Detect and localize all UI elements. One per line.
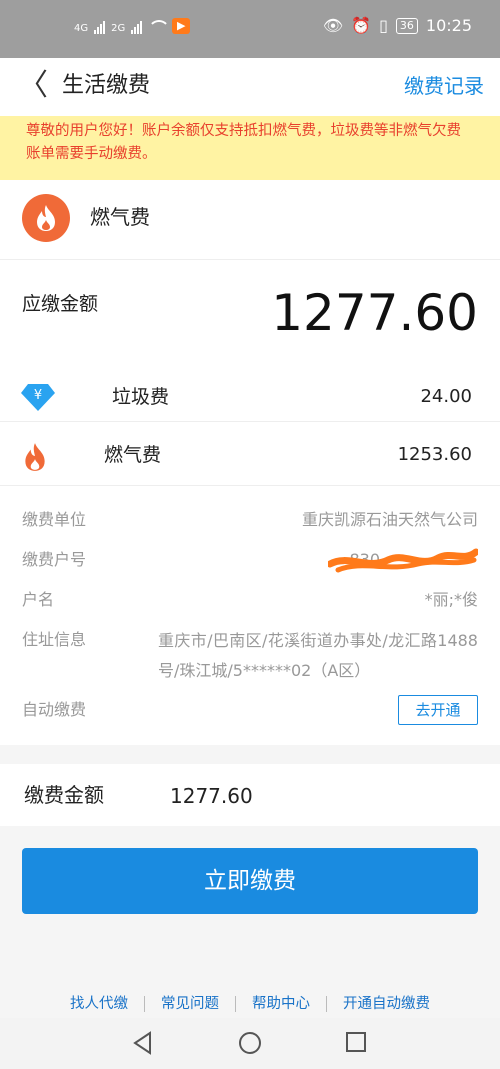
item-amount: 24.00 [420,386,472,407]
signal-icon [94,21,106,34]
footer-link-auto-pay[interactable]: 开通自动缴费 [327,994,446,1014]
enable-auto-pay-button[interactable]: 去开通 [398,695,478,725]
system-navigation-bar [0,1018,500,1069]
wifi-icon [148,20,171,34]
footer-links: 找人代缴 常见问题 帮助中心 开通自动缴费 [0,990,500,1018]
detail-label: 缴费户号 [22,550,87,569]
network-type-2: 2G [111,23,126,34]
nav-home-icon[interactable] [237,1030,263,1060]
back-icon[interactable]: 〈 [18,68,48,104]
page-title: 生活缴费 [62,73,151,98]
pay-now-button[interactable]: 立即缴费 [22,848,478,914]
detail-value: 重庆市/巴南区/花溪街道办事处/龙汇路1488号/珠江城/5******02（A… [158,631,478,680]
battery-icon: 36 [395,17,418,34]
network-type-1: 4G [74,23,89,34]
flame-icon [22,194,70,242]
item-name: 燃气费 [104,444,162,466]
nav-recents-icon[interactable] [344,1030,368,1058]
footer-link-faq[interactable]: 常见问题 [145,994,235,1014]
payment-amount-input[interactable]: 1277.60 [170,781,253,811]
detail-value: *丽;*俊 [424,590,478,609]
service-header: 燃气费 [0,180,500,260]
footer-link-help[interactable]: 帮助中心 [236,994,326,1014]
due-amount: 1277.60 [271,284,478,342]
status-right: 👁 ⏰ ▯ 36 10:25 [323,16,472,35]
diamond-yen-icon: ¥ [20,382,56,416]
bill-card: 燃气费 应缴金额 1277.60 ¥ 垃圾费 24.00 燃气费 1253.60… [0,180,500,745]
service-name: 燃气费 [90,205,150,229]
signal-icon-2 [131,21,143,34]
status-left: 4G 2G ▶ [74,18,191,34]
divider [0,485,500,486]
due-label: 应缴金额 [22,293,99,315]
detail-address: 住址信息 重庆市/巴南区/花溪街道办事处/龙汇路1488号/珠江城/5*****… [22,626,478,684]
detail-label: 自动缴费 [22,700,87,719]
detail-label: 户名 [22,590,55,609]
item-amount: 1253.60 [397,444,472,465]
vibrate-icon: ▯ [379,16,388,35]
redaction-scribble [326,548,480,583]
eye-icon: 👁 [322,16,344,35]
status-bar: 4G 2G ▶ 👁 ⏰ ▯ 36 10:25 [0,0,500,58]
detail-label: 缴费单位 [22,510,87,529]
alarm-icon: ⏰ [351,16,372,35]
header: 〈 生活缴费 缴费记录 [0,58,500,116]
nav-back-icon[interactable] [130,1030,156,1060]
payment-amount-label: 缴费金额 [24,783,104,807]
payment-amount-row: 缴费金额 1277.60 [0,764,500,826]
item-name: 垃圾费 [112,386,170,408]
clock: 10:25 [425,16,472,35]
detail-label: 住址信息 [22,630,87,649]
notice-banner: 尊敬的用户您好！账户余额仅支持抵扣燃气费，垃圾费等非燃气欠费账单需要手动缴费。 [0,116,500,180]
app-notification-icon: ▶ [172,18,191,34]
list-item-gas-fee: 燃气费 1253.60 [0,430,500,480]
payment-history-link[interactable]: 缴费记录 [404,70,484,102]
list-item-garbage-fee: ¥ 垃圾费 24.00 [0,372,500,422]
detail-value: 重庆凯源石油天然气公司 [301,510,478,529]
flame-icon [22,442,48,476]
footer-link-proxy-pay[interactable]: 找人代缴 [54,994,144,1014]
svg-text:¥: ¥ [34,388,42,403]
